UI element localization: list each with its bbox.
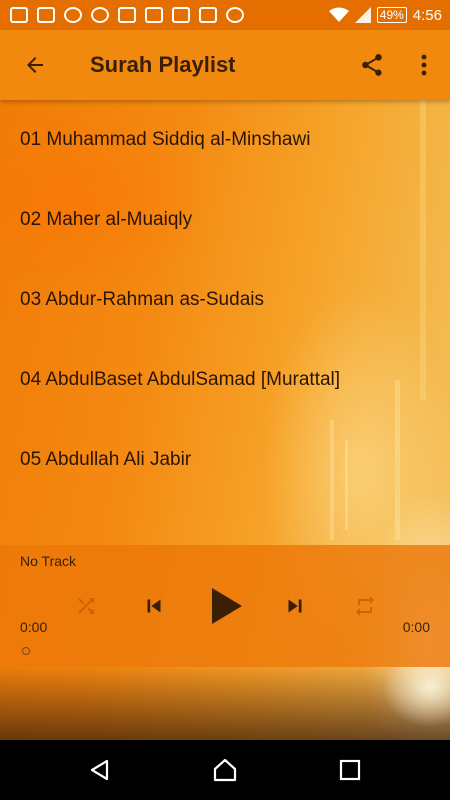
nav-back-button[interactable]	[70, 740, 130, 800]
share-button[interactable]	[346, 30, 398, 100]
gmail-notification-icon	[199, 7, 217, 23]
back-button[interactable]	[0, 30, 70, 100]
clock: 4:56	[412, 6, 442, 24]
home-icon	[213, 758, 237, 782]
list-item[interactable]: 01 Muhammad Siddiq al-Minshawi	[0, 100, 450, 180]
share-icon	[362, 54, 382, 76]
list-item-label: 04 AbdulBaset AbdulSamad [Murattal]	[20, 369, 341, 390]
skip-previous-icon	[147, 599, 161, 613]
track-duration: 0:00	[402, 619, 430, 635]
play-button[interactable]	[204, 581, 250, 631]
arrow-left-icon	[27, 57, 43, 73]
mail-notification-icon	[145, 7, 163, 23]
signal-icon	[354, 7, 371, 23]
square-recents-icon	[339, 759, 361, 781]
shuffle-icon	[78, 598, 94, 614]
status-bar: 49% 4:56	[0, 0, 450, 30]
app-bar: Surah Playlist	[0, 30, 450, 100]
next-button[interactable]	[275, 581, 315, 631]
more-vertical-icon	[421, 54, 427, 76]
page-title: Surah Playlist	[90, 52, 236, 77]
whatsapp-notification-icon	[91, 7, 109, 23]
list-item-label: 03 Abdur-Rahman as-Sudais	[20, 289, 264, 310]
now-playing-title: No Track	[20, 553, 77, 569]
image-notification-icon	[172, 7, 190, 23]
battery-indicator: 49%	[376, 7, 407, 23]
system-navigation-bar	[0, 740, 450, 800]
media-player: No Track 0:00 0:00	[0, 545, 450, 667]
app-notification-icon	[64, 7, 82, 23]
repeat-icon	[356, 596, 374, 616]
messages-notification-icon	[10, 7, 28, 23]
overflow-menu-button[interactable]	[398, 30, 450, 100]
list-item-label: 02 Maher al-Muaiqly	[20, 209, 193, 230]
background-decoration	[350, 667, 450, 740]
play-icon	[212, 588, 242, 624]
seek-bar-thumb[interactable]	[22, 647, 30, 655]
skip-next-icon	[288, 599, 302, 613]
wifi-icon	[328, 7, 349, 22]
list-item[interactable]: 04 AbdulBaset AbdulSamad [Murattal]	[0, 340, 450, 420]
list-item-label: 01 Muhammad Siddiq al-Minshawi	[20, 129, 311, 150]
list-item[interactable]: 03 Abdur-Rahman as-Sudais	[0, 260, 450, 340]
triangle-back-icon	[90, 759, 109, 781]
app-screen: 49% 4:56 Surah Playlist 01 Muhammad Sidd…	[0, 0, 450, 800]
nav-home-button[interactable]	[195, 740, 255, 800]
shuffle-button[interactable]	[66, 581, 106, 631]
repeat-button[interactable]	[345, 581, 385, 631]
app2-notification-icon	[226, 7, 244, 23]
list-item[interactable]: 05 Abdullah Ali Jabir	[0, 420, 450, 500]
list-item-label: 05 Abdullah Ali Jabir	[20, 449, 192, 470]
previous-button[interactable]	[134, 581, 174, 631]
chat-notification-icon	[118, 7, 136, 23]
nav-recents-button[interactable]	[320, 740, 380, 800]
player-controls	[0, 581, 450, 631]
facebook-notification-icon	[37, 7, 55, 23]
surah-playlist: 01 Muhammad Siddiq al-Minshawi 02 Maher …	[0, 100, 450, 500]
elapsed-time: 0:00	[20, 619, 48, 635]
list-item[interactable]: 02 Maher al-Muaiqly	[0, 180, 450, 260]
